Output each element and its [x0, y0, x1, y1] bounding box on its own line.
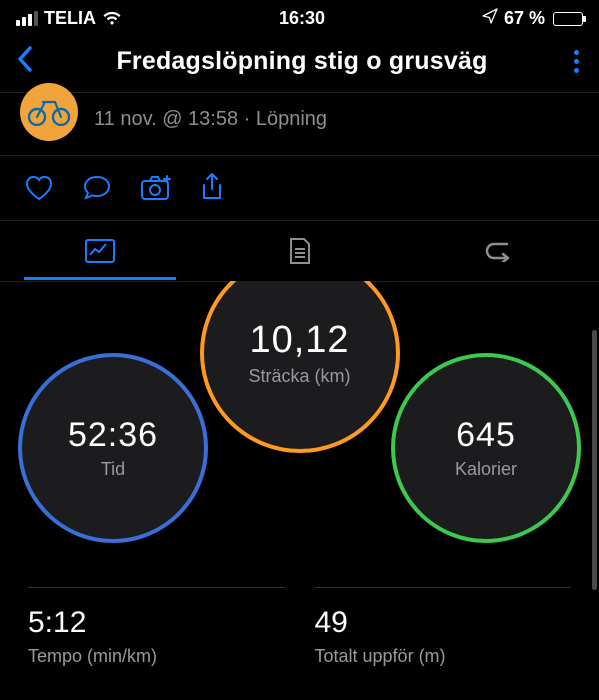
comment-button[interactable] — [82, 174, 112, 201]
status-time: 16:30 — [279, 8, 325, 29]
battery-text: 67 % — [504, 8, 545, 29]
location-icon — [482, 8, 498, 29]
distance-label: Sträcka (km) — [248, 366, 350, 387]
avatar[interactable] — [20, 83, 78, 141]
status-bar: TELIA 16:30 67 % — [0, 0, 599, 33]
tab-details[interactable] — [200, 221, 400, 281]
summary-circles: 52:36 Tid 645 Kalorier 10,12 Sträcka (km… — [0, 281, 599, 561]
stat-ascent: 49 Totalt uppför (m) — [315, 587, 572, 667]
activity-subtitle: 11 nov. @ 13:58 · Löpning — [94, 108, 327, 131]
calories-label: Kalorier — [455, 459, 517, 480]
stats-row: 5:12 Tempo (min/km) 49 Totalt uppför (m) — [0, 561, 599, 667]
nav-bar: Fredagslöpning stig o grusväg — [0, 33, 599, 92]
stat-pace: 5:12 Tempo (min/km) — [28, 587, 285, 667]
like-button[interactable] — [24, 174, 54, 201]
pace-value: 5:12 — [28, 606, 285, 640]
share-button[interactable] — [200, 172, 224, 202]
page-title: Fredagslöpning stig o grusväg — [116, 47, 487, 76]
tabs — [0, 221, 599, 282]
circle-distance[interactable]: 10,12 Sträcka (km) — [200, 281, 400, 453]
time-value: 52:36 — [68, 416, 158, 455]
author-row: 11 nov. @ 13:58 · Löpning — [0, 92, 599, 156]
main-content: 52:36 Tid 645 Kalorier 10,12 Sträcka (km… — [0, 281, 599, 677]
battery-icon — [553, 12, 583, 26]
scrollbar[interactable] — [592, 330, 597, 590]
carrier-label: TELIA — [44, 8, 96, 29]
circle-calories[interactable]: 645 Kalorier — [391, 353, 581, 543]
status-right: 67 % — [482, 8, 583, 29]
calories-value: 645 — [456, 416, 516, 455]
photo-button[interactable] — [140, 174, 172, 201]
circle-time[interactable]: 52:36 Tid — [18, 353, 208, 543]
distance-value: 10,12 — [249, 319, 349, 362]
tab-laps[interactable] — [399, 224, 599, 278]
ascent-label: Totalt uppför (m) — [315, 646, 572, 667]
menu-button[interactable] — [570, 46, 583, 77]
pace-label: Tempo (min/km) — [28, 646, 285, 667]
time-label: Tid — [101, 459, 125, 480]
wifi-icon — [102, 11, 122, 26]
ascent-value: 49 — [315, 606, 572, 640]
tab-stats[interactable] — [0, 223, 200, 279]
signal-icon — [16, 11, 38, 26]
action-row — [0, 156, 599, 221]
back-button[interactable] — [16, 45, 34, 78]
status-left: TELIA — [16, 8, 122, 29]
